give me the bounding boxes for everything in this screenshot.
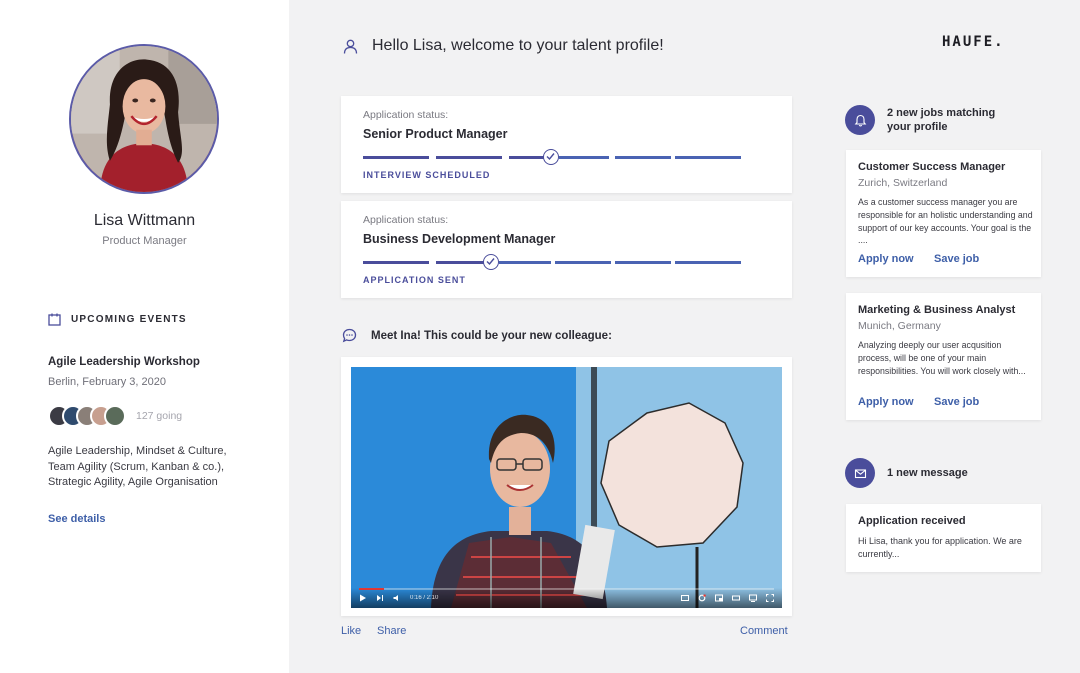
bell-icon bbox=[845, 105, 875, 135]
profile-avatar[interactable] bbox=[69, 44, 219, 194]
application-progress bbox=[363, 149, 741, 165]
messages-notice-text: 1 new message bbox=[887, 467, 968, 479]
see-details-link[interactable]: See details bbox=[48, 513, 105, 525]
job-description: As a customer success manager you are re… bbox=[858, 197, 1033, 246]
volume-icon[interactable] bbox=[393, 594, 401, 602]
check-icon bbox=[483, 254, 499, 270]
event-name[interactable]: Agile Leadership Workshop bbox=[48, 356, 200, 368]
settings-icon[interactable] bbox=[698, 594, 706, 602]
event-description: Agile Leadership, Mindset & Culture, Tea… bbox=[48, 445, 227, 488]
job-card[interactable]: Customer Success Manager Zurich, Switzer… bbox=[846, 150, 1041, 277]
next-icon[interactable] bbox=[376, 594, 384, 602]
share-link[interactable]: Share bbox=[377, 625, 406, 637]
captions-icon[interactable] bbox=[681, 594, 689, 602]
theater-mode-icon[interactable] bbox=[732, 594, 740, 602]
colleague-title: Meet Ina! This could be your new colleag… bbox=[371, 329, 612, 342]
haufe-logo[interactable]: HAUFE. bbox=[942, 34, 1005, 50]
jobs-notice-text: 2 new jobs matching your profile bbox=[887, 107, 996, 133]
envelope-icon bbox=[845, 458, 875, 488]
application-status-label: Application status: bbox=[363, 214, 449, 226]
upcoming-events-header: UPCOMING EVENTS bbox=[48, 313, 187, 326]
event-attendees: 127 going bbox=[48, 405, 182, 427]
jobs-notice[interactable]: 2 new jobs matching your profile bbox=[845, 105, 1017, 135]
profile-name: Lisa Wittmann bbox=[93, 212, 196, 229]
job-location: Zurich, Switzerland bbox=[858, 177, 948, 189]
greeting-text: Hello Lisa, welcome to your talent profi… bbox=[372, 37, 664, 54]
play-icon[interactable] bbox=[359, 594, 367, 602]
save-job-button[interactable]: Save job bbox=[934, 253, 979, 265]
event-date: Berlin, February 3, 2020 bbox=[48, 376, 167, 388]
profile-sidebar: Lisa Wittmann Product Manager UPCOMING E… bbox=[0, 0, 289, 673]
application-status-card[interactable]: Application status: Senior Product Manag… bbox=[341, 96, 792, 193]
job-location: Munich, Germany bbox=[858, 320, 941, 332]
comment-link[interactable]: Comment bbox=[740, 625, 788, 637]
application-status-label: Application status: bbox=[363, 109, 449, 121]
application-stage: APPLICATION SENT bbox=[363, 275, 466, 285]
check-icon bbox=[543, 149, 559, 165]
miniplayer-icon[interactable] bbox=[715, 594, 723, 602]
fullscreen-icon[interactable] bbox=[766, 594, 774, 602]
chat-bubble-icon bbox=[342, 328, 357, 343]
cast-icon[interactable] bbox=[749, 594, 757, 602]
user-icon bbox=[343, 39, 358, 54]
message-title: Application received bbox=[858, 515, 966, 527]
application-job-title: Senior Product Manager bbox=[363, 127, 508, 141]
going-count: 127 going bbox=[136, 410, 183, 422]
job-title: Marketing & Business Analyst bbox=[858, 304, 1016, 316]
save-job-button[interactable]: Save job bbox=[934, 396, 979, 408]
video-controls: 0:16 / 2:10 bbox=[351, 588, 782, 608]
message-card[interactable]: Application received Hi Lisa, thank you … bbox=[846, 504, 1041, 572]
upcoming-events-title: UPCOMING EVENTS bbox=[71, 314, 187, 325]
job-title: Customer Success Manager bbox=[858, 161, 1006, 173]
apply-now-button[interactable]: Apply now bbox=[858, 396, 914, 408]
message-preview: Hi Lisa, thank you for application. We a… bbox=[858, 536, 1022, 559]
apply-now-button[interactable]: Apply now bbox=[858, 253, 914, 265]
like-link[interactable]: Like bbox=[341, 625, 361, 637]
application-job-title: Business Development Manager bbox=[363, 232, 556, 246]
calendar-icon bbox=[48, 313, 61, 326]
colleague-header: Meet Ina! This could be your new colleag… bbox=[342, 328, 612, 343]
video-time: 0:16 / 2:10 bbox=[410, 595, 439, 601]
messages-notice[interactable]: 1 new message bbox=[845, 458, 1017, 488]
attendee-avatar bbox=[104, 405, 126, 427]
application-progress bbox=[363, 254, 741, 270]
application-stage: INTERVIEW SCHEDULED bbox=[363, 170, 491, 180]
job-description: Analyzing deeply our user acqusition pro… bbox=[858, 340, 1026, 376]
colleague-video[interactable]: 0:16 / 2:10 bbox=[351, 367, 782, 608]
greeting: Hello Lisa, welcome to your talent profi… bbox=[343, 37, 664, 55]
job-card[interactable]: Marketing & Business Analyst Munich, Ger… bbox=[846, 293, 1041, 420]
application-status-card[interactable]: Application status: Business Development… bbox=[341, 201, 792, 298]
video-card: 0:16 / 2:10 bbox=[341, 357, 792, 616]
profile-role: Product Manager bbox=[102, 235, 187, 247]
